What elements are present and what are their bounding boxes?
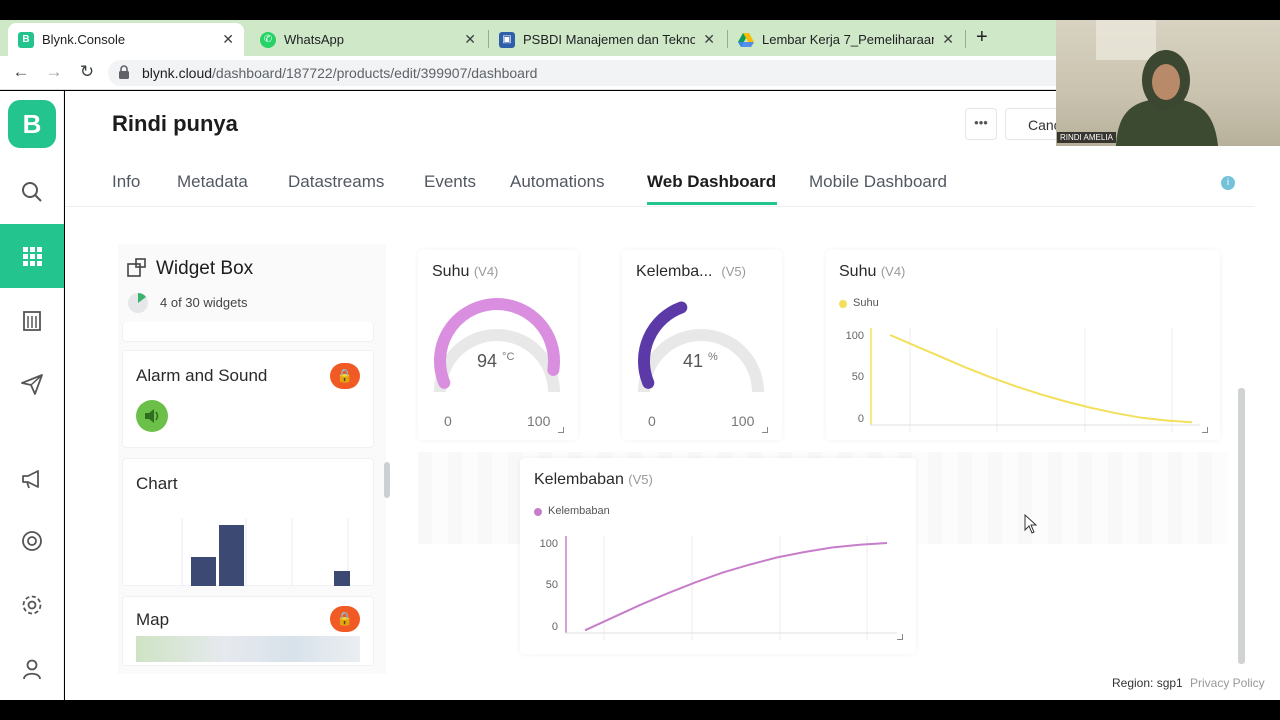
chart-kelembaban-plot	[565, 536, 897, 640]
url-path: /dashboard/187722/products/edit/399907/d…	[212, 65, 538, 81]
tab-lembar-kerja[interactable]: Lembar Kerja 7_Pemeliharaan Be ✕	[728, 23, 964, 56]
gauge-suhu	[434, 298, 560, 393]
series-line-suhu	[889, 334, 1193, 424]
gauge-min: 0	[444, 413, 452, 429]
psbdi-favicon-icon: ▣	[499, 31, 515, 48]
settings-icon[interactable]	[20, 593, 44, 617]
widget-box-icon	[127, 258, 146, 277]
widget-box-title: Widget Box	[156, 258, 254, 279]
new-tab-plus-icon[interactable]: +	[976, 26, 988, 49]
blynk-favicon-icon: B	[18, 31, 34, 48]
back-arrow-icon[interactable]: ←	[10, 62, 32, 82]
tab-datastreams[interactable]: Datastreams	[288, 172, 384, 192]
close-tab-icon[interactable]: ✕	[942, 31, 954, 48]
tab-metadata[interactable]: Metadata	[177, 172, 248, 192]
forward-arrow-icon[interactable]: →	[43, 62, 65, 82]
webcam-overlay	[1056, 20, 1280, 146]
google-drive-favicon-icon	[738, 32, 754, 48]
tab-automations[interactable]: Automations	[510, 172, 605, 192]
resize-handle[interactable]	[558, 427, 564, 433]
tile-title: Kelemba... (V5)	[636, 263, 746, 280]
legend-swatch	[839, 300, 847, 308]
privacy-policy-link[interactable]: Privacy Policy	[1190, 676, 1265, 690]
legend-swatch	[534, 508, 542, 516]
dashboard-scrollbar[interactable]	[1238, 388, 1245, 664]
blynk-logo[interactable]: B	[8, 100, 56, 148]
tile-title: Suhu (V4)	[432, 263, 499, 280]
y-tick: 0	[857, 413, 864, 425]
widget-usage-pie-icon	[128, 293, 148, 313]
webcam-name-label: RINDI AMELIA	[1057, 132, 1116, 143]
tab-separator	[965, 30, 966, 48]
series-line-kelembaban	[584, 542, 888, 632]
widget-title: Chart	[136, 474, 178, 493]
tab-events[interactable]: Events	[424, 172, 476, 192]
gauge-max: 100	[731, 413, 755, 429]
chart-suhu-plot	[870, 328, 1200, 432]
reload-icon[interactable]: ↻	[76, 62, 98, 82]
lock-badge-icon: 🔒	[330, 363, 360, 389]
search-icon[interactable]	[20, 180, 44, 204]
tab-blynk-console[interactable]: B Blynk.Console ✕	[8, 23, 244, 56]
y-tick: 100	[845, 330, 864, 342]
gauge-value: 41 %	[683, 351, 718, 371]
resize-handle[interactable]	[897, 634, 903, 640]
send-icon[interactable]	[20, 372, 44, 396]
speaker-icon	[136, 400, 168, 432]
tile-title: Suhu (V4)	[839, 263, 906, 280]
widget-box-scrollbar[interactable]	[384, 462, 390, 498]
legend-label: Suhu	[853, 297, 879, 309]
widget-title: Alarm and Sound	[136, 366, 268, 385]
region-label: Region: sgp1	[1112, 676, 1183, 690]
close-tab-icon[interactable]: ✕	[222, 31, 234, 48]
y-tick: 100	[539, 538, 558, 550]
info-icon[interactable]: i	[1221, 176, 1235, 190]
close-tab-icon[interactable]: ✕	[464, 31, 476, 48]
y-tick: 50	[851, 371, 864, 383]
map-preview-image	[136, 636, 360, 662]
resize-handle[interactable]	[1202, 427, 1208, 433]
tab-info[interactable]: Info	[112, 172, 140, 192]
webcam-person-image	[1096, 20, 1218, 146]
user-icon[interactable]	[20, 657, 44, 681]
close-tab-icon[interactable]: ✕	[703, 31, 715, 48]
chart-widget-preview	[181, 518, 350, 586]
lock-icon	[119, 65, 129, 79]
tab-label: Blynk.Console	[42, 32, 126, 47]
legend-label: Kelembaban	[548, 505, 610, 517]
gauge-max: 100	[527, 413, 551, 429]
tab-psbdi[interactable]: ▣ PSBDI Manajemen dan Teknologi ✕	[489, 23, 725, 56]
y-tick: 50	[545, 579, 558, 591]
tab-web-dashboard[interactable]: Web Dashboard	[647, 172, 776, 192]
url-text[interactable]: blynk.cloud/dashboard/187722/products/ed…	[142, 65, 537, 81]
tile-title: Kelembaban (V5)	[534, 471, 653, 488]
lock-badge-icon: 🔒	[330, 606, 360, 632]
gauge-min: 0	[648, 413, 656, 429]
grid-icon[interactable]	[20, 244, 44, 268]
url-host: blynk.cloud	[142, 65, 213, 81]
screen-top-bar	[0, 0, 1280, 20]
mouse-cursor-icon	[1024, 514, 1038, 534]
gauge-value: 94 °C	[477, 351, 515, 371]
tab-mobile-dashboard[interactable]: Mobile Dashboard	[809, 172, 947, 192]
whatsapp-favicon-icon: ✆	[260, 31, 276, 48]
widget-count: 4 of 30 widgets	[160, 295, 248, 310]
widget-card-partial	[122, 322, 374, 342]
y-tick: 0	[551, 621, 558, 633]
tab-label: Lembar Kerja 7_Pemeliharaan Be	[762, 32, 935, 47]
tab-whatsapp[interactable]: ✆ WhatsApp ✕	[250, 23, 486, 56]
tabs-divider	[65, 206, 1255, 207]
more-options-button[interactable]: •••	[965, 108, 997, 140]
gauge-kelembaban	[638, 301, 764, 393]
tab-label: WhatsApp	[284, 32, 344, 47]
lifebuoy-icon[interactable]	[20, 529, 44, 553]
building-icon[interactable]	[20, 308, 44, 332]
megaphone-icon[interactable]	[20, 467, 44, 491]
widget-title: Map	[136, 610, 170, 629]
resize-handle[interactable]	[762, 427, 768, 433]
tab-label: PSBDI Manajemen dan Teknologi	[523, 32, 696, 47]
screen-bottom-bar	[0, 700, 1280, 720]
page-title: Rindi punya	[112, 111, 238, 136]
active-tab-indicator	[647, 202, 777, 205]
